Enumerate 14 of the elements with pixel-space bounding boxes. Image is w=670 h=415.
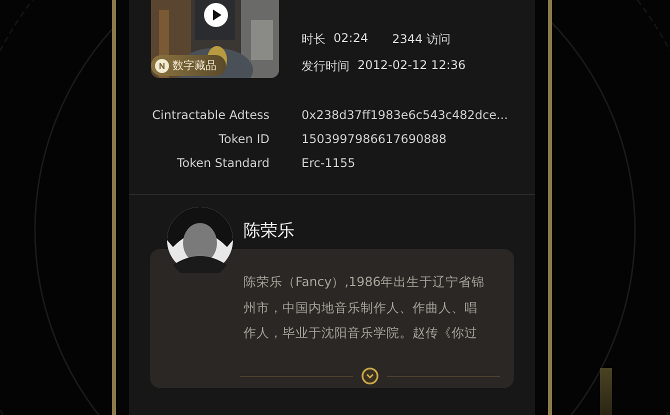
duration-value: 02:24 [334, 31, 368, 47]
token-field-label: Cintractable Adtess [151, 108, 270, 122]
token-field-value: 1503997986617690888 [302, 132, 448, 146]
duration-label: 时长 [302, 31, 326, 48]
artist-name: 陈荣乐 [244, 220, 296, 243]
token-field-value: Erc-1155 [302, 156, 356, 170]
visit-count: 2344 访问 [392, 31, 450, 48]
token-field-label: Token ID [218, 132, 270, 146]
token-field-value: 0x238d37ff1983e6c543c482dce... [302, 108, 509, 122]
artist-bio: 陈荣乐（Fancy）,1986年出生于辽宁省锦 州市，中国内地音乐制作人、作曲人、唱 作人，毕业于沈阳音乐学院。赵传《你过 [244, 273, 486, 342]
release-label: 发行时间 [302, 58, 350, 75]
collectible-badge: 数字藏品 [150, 55, 226, 76]
release-time: 2012-02-12 12:36 [358, 58, 466, 74]
token-field-label: Token Standard [176, 156, 270, 170]
